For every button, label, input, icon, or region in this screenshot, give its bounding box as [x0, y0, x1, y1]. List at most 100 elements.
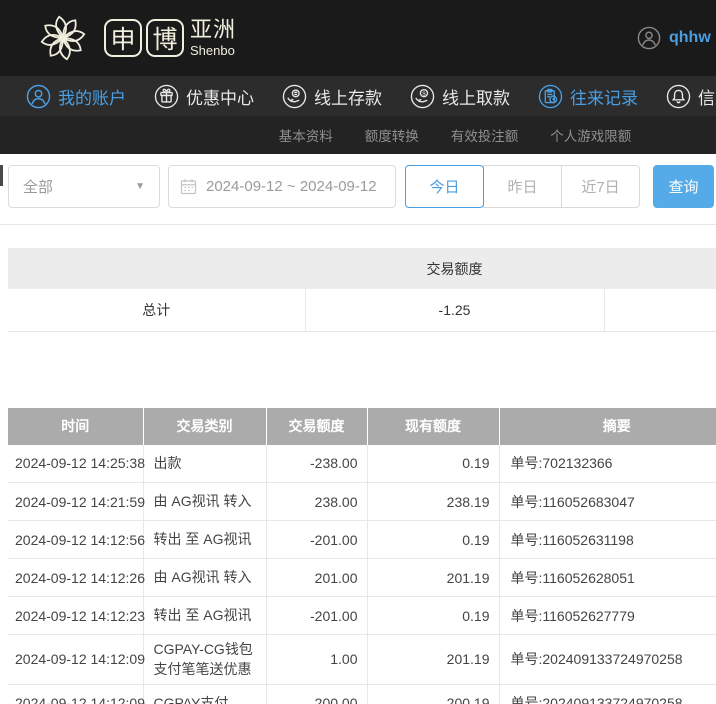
col-header-time: 时间: [8, 408, 143, 445]
transaction-type-select[interactable]: 全部 ▼: [8, 165, 160, 208]
transactions-table: 时间 交易类别 交易额度 现有额度 摘要 2024-09-12 14:25:38…: [8, 408, 716, 704]
cell-type: CGPAY-CG钱包支付笔笔送优惠: [143, 635, 266, 685]
cell-type: CGPAY支付: [143, 684, 266, 704]
flower-logo-icon: [34, 9, 92, 67]
summary-header-row: 交易额度: [8, 248, 716, 289]
page: 申 博 亚洲 Shenbo qhhw 我的账户: [0, 0, 716, 704]
cell-balance: 0.19: [367, 521, 499, 559]
quick-date-button-group: 今日 昨日 近7日: [405, 165, 640, 208]
last7days-button[interactable]: 近7日: [561, 165, 640, 208]
cell-memo: 单号:702132366: [499, 445, 716, 483]
table-row: 2024-09-12 14:21:59 由 AG视讯 转入 238.00 238…: [8, 483, 716, 521]
nav-item-my-account[interactable]: 我的账户: [26, 84, 126, 109]
col-header-amount: 交易额度: [266, 408, 367, 445]
summary-empty-cell: [604, 289, 716, 331]
tab-credit-transfer[interactable]: 额度转换: [365, 125, 419, 145]
cell-type: 由 AG视讯 转入: [143, 483, 266, 521]
nav-item-label: 信息: [698, 84, 716, 109]
cell-time: 2024-09-12 14:25:38: [8, 445, 143, 483]
cell-balance: 201.19: [367, 635, 499, 685]
table-row: 2024-09-12 14:12:56 转出 至 AG视讯 -201.00 0.…: [8, 521, 716, 559]
cell-memo: 单号:116052628051: [499, 559, 716, 597]
cell-type: 出款: [143, 445, 266, 483]
cell-memo: 单号:202409133724970258: [499, 635, 716, 685]
cell-balance: 0.19: [367, 597, 499, 635]
tab-personal-game-limit[interactable]: 个人游戏限额: [550, 125, 631, 145]
user-icon: [26, 84, 51, 109]
cell-time: 2024-09-12 14:21:59: [8, 483, 143, 521]
chevron-down-icon: ▼: [135, 181, 145, 192]
bell-icon: [666, 84, 691, 109]
nav-item-label: 线上取款: [442, 84, 510, 109]
user-avatar-icon: [637, 26, 661, 50]
today-button[interactable]: 今日: [405, 165, 484, 208]
deposit-icon: [282, 84, 307, 109]
cell-amount: -201.00: [266, 521, 367, 559]
yesterday-button[interactable]: 昨日: [483, 165, 562, 208]
nav-item-label: 优惠中心: [186, 84, 254, 109]
summary-header-cell: [604, 248, 716, 289]
cell-type: 由 AG视讯 转入: [143, 559, 266, 597]
nav-item-deposit[interactable]: 线上存款: [282, 84, 382, 109]
logo-char-bo: 博: [146, 19, 184, 57]
nav-item-withdraw[interactable]: $ 线上取款: [410, 84, 510, 109]
cell-memo: 单号:116052683047: [499, 483, 716, 521]
nav-item-label: 我的账户: [58, 84, 126, 109]
withdraw-icon: $: [410, 84, 435, 109]
username-text[interactable]: qhhw: [669, 29, 711, 47]
cell-amount: 238.00: [266, 483, 367, 521]
brand-logo[interactable]: 申 博 亚洲 Shenbo: [34, 9, 236, 67]
top-header: 申 博 亚洲 Shenbo qhhw: [0, 0, 716, 76]
nav-item-transaction-records[interactable]: 往来记录: [538, 84, 638, 109]
cell-balance: 238.19: [367, 483, 499, 521]
cell-amount: -238.00: [266, 445, 367, 483]
cell-time: 2024-09-12 14:12:23: [8, 597, 143, 635]
summary-total-value: -1.25: [305, 289, 604, 331]
cell-amount: 1.00: [266, 635, 367, 685]
table-row: 2024-09-12 14:25:38 出款 -238.00 0.19 单号:7…: [8, 445, 716, 483]
nav-item-label: 线上存款: [314, 84, 382, 109]
main-nav: 我的账户 优惠中心 线上存款: [0, 76, 716, 116]
table-row: 2024-09-12 14:12:09 CGPAY-CG钱包支付笔笔送优惠 1.…: [8, 635, 716, 685]
nav-item-label: 往来记录: [570, 84, 638, 109]
cell-memo: 单号:116052631198: [499, 521, 716, 559]
cell-time: 2024-09-12 14:12:09: [8, 684, 143, 704]
calendar-icon: [180, 178, 197, 195]
cell-memo: 单号:202409133724970258: [499, 684, 716, 704]
col-header-memo: 摘要: [499, 408, 716, 445]
cell-balance: 200.19: [367, 684, 499, 704]
transactions-header-row: 时间 交易类别 交易额度 现有额度 摘要: [8, 408, 716, 445]
section-divider: [0, 224, 716, 225]
date-range-value: 2024-09-12 ~ 2024-09-12: [206, 178, 377, 195]
cell-time: 2024-09-12 14:12:26: [8, 559, 143, 597]
cell-memo: 单号:116052627779: [499, 597, 716, 635]
search-button[interactable]: 查询: [653, 165, 714, 208]
date-range-input[interactable]: 2024-09-12 ~ 2024-09-12: [168, 165, 396, 208]
filter-bar: 全部 ▼ 2024-09-12 ~ 2024-09-12 今日 昨日 近7日 查…: [8, 165, 716, 208]
tab-basic-info[interactable]: 基本资料: [279, 125, 333, 145]
col-header-type: 交易类别: [143, 408, 266, 445]
user-area[interactable]: qhhw: [637, 0, 711, 76]
nav-item-promotions[interactable]: 优惠中心: [154, 84, 254, 109]
logo-char-shen: 申: [104, 19, 142, 57]
table-row: 2024-09-12 14:12:23 转出 至 AG视讯 -201.00 0.…: [8, 597, 716, 635]
summary-total-row: 总计 -1.25: [8, 289, 716, 331]
select-value: 全部: [23, 176, 53, 197]
summary-header-cell: 交易额度: [305, 248, 604, 289]
cell-time: 2024-09-12 14:12:09: [8, 635, 143, 685]
cell-time: 2024-09-12 14:12:56: [8, 521, 143, 559]
cell-balance: 201.19: [367, 559, 499, 597]
logo-region-text: 亚洲: [190, 19, 236, 41]
cell-amount: 200.00: [266, 684, 367, 704]
nav-item-messages[interactable]: 信息: [666, 84, 716, 109]
logo-region-block: 亚洲 Shenbo: [190, 19, 236, 57]
col-header-balance: 现有额度: [367, 408, 499, 445]
tab-valid-bets[interactable]: 有效投注额: [451, 125, 519, 145]
summary-header-cell: [8, 248, 305, 289]
logo-subtitle: Shenbo: [190, 44, 236, 57]
cell-type: 转出 至 AG视讯: [143, 521, 266, 559]
cell-type: 转出 至 AG视讯: [143, 597, 266, 635]
cell-amount: -201.00: [266, 597, 367, 635]
records-icon: [538, 84, 563, 109]
gift-icon: [154, 84, 179, 109]
